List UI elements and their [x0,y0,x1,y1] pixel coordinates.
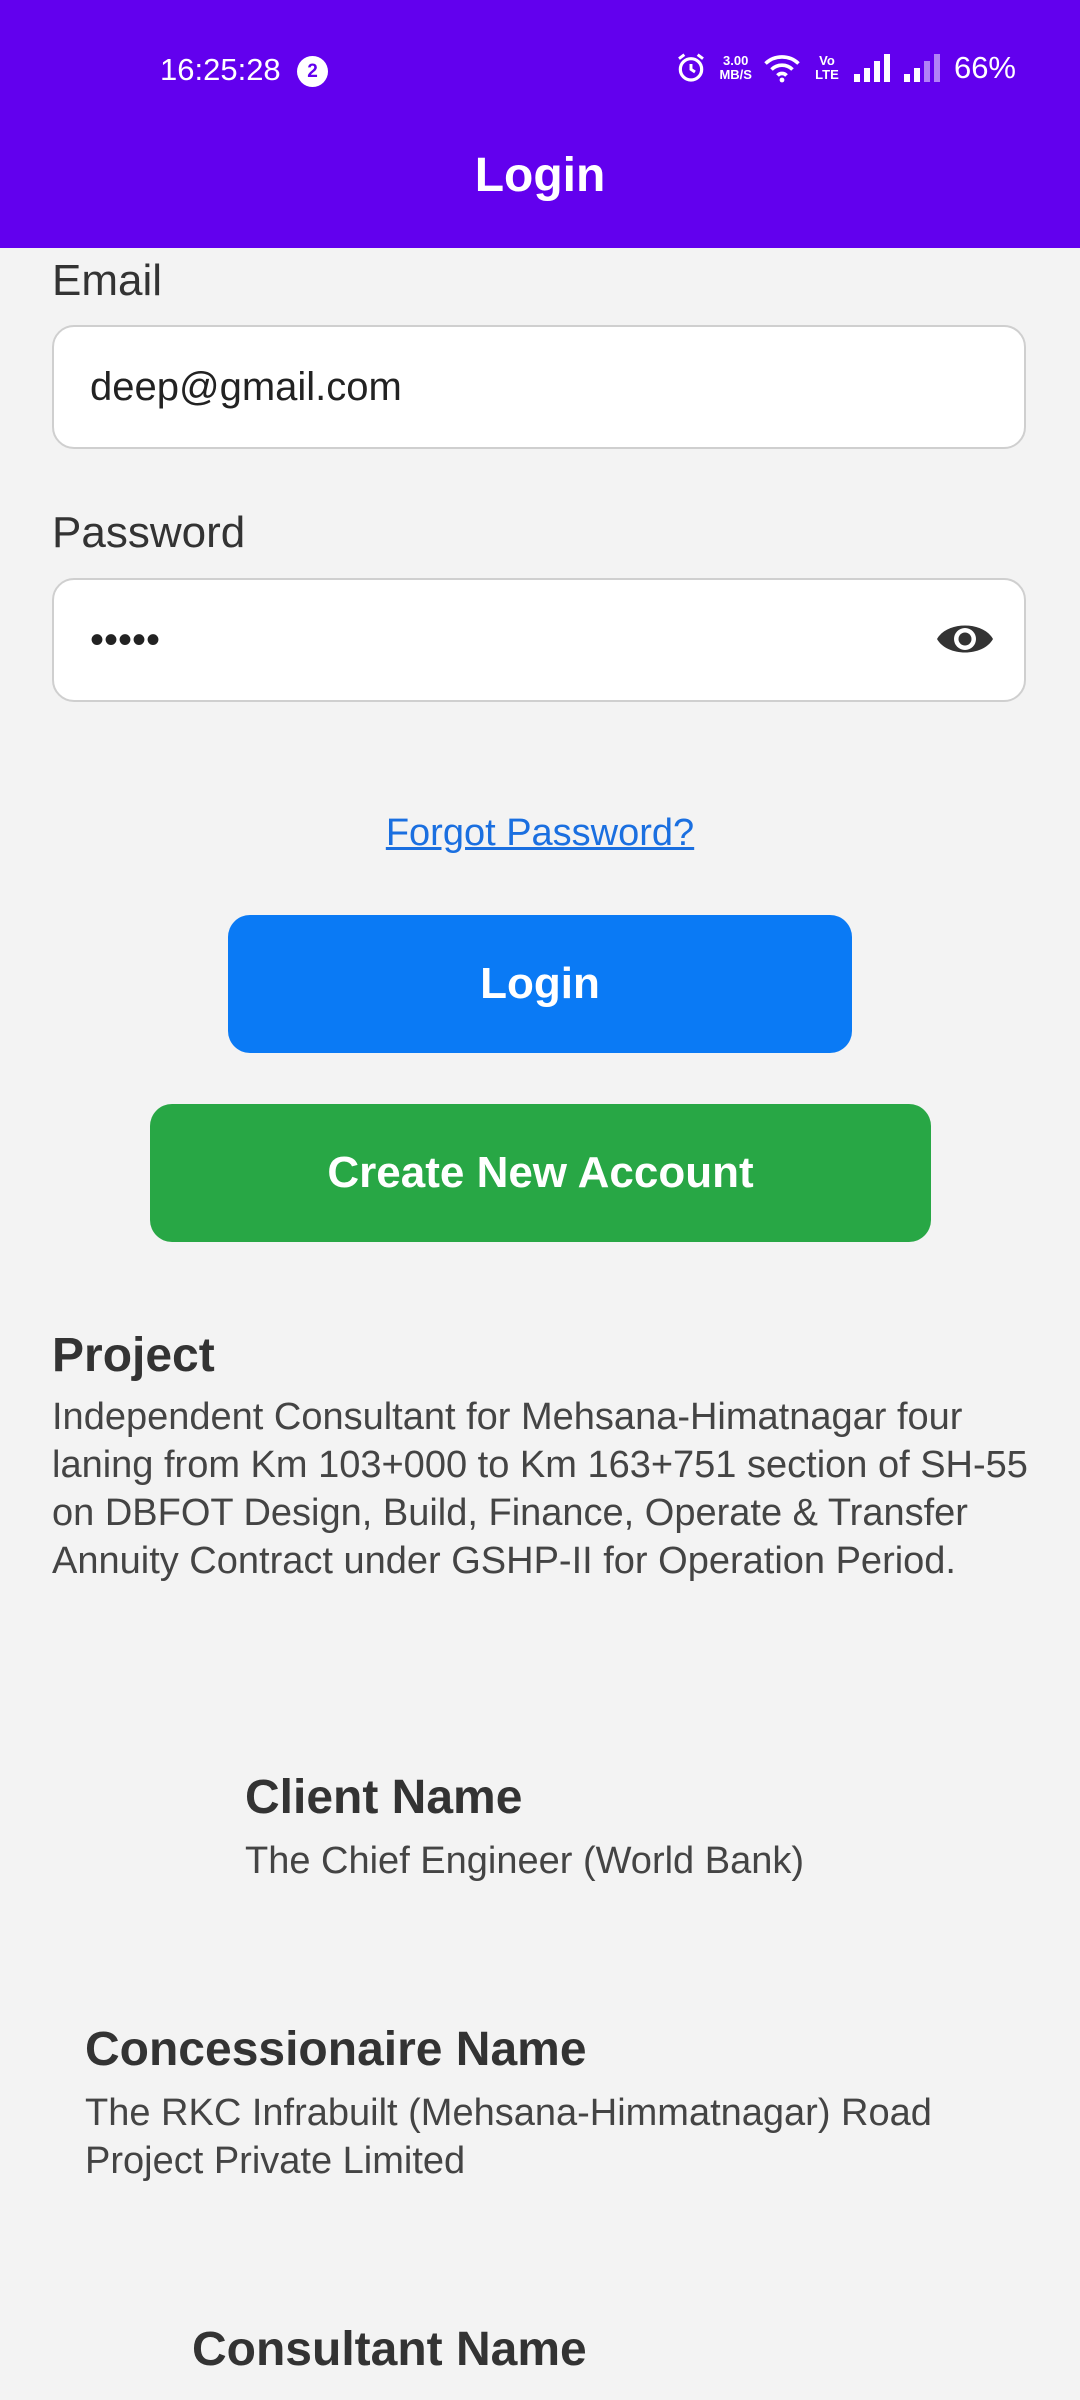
concessionaire-name-value: The RKC Infrabuilt (Mehsana-Himmatnagar)… [85,2092,932,2182]
email-field[interactable] [90,327,910,447]
create-account-button[interactable]: Create New Account [150,1104,931,1242]
concessionaire-name-title: Concessionaire Name [85,2023,587,2076]
page-title: Login [474,149,606,202]
consultant-name-title: Consultant Name [192,2323,587,2376]
visibility-toggle-icon[interactable] [934,614,996,664]
project-description: Independent Consultant for Mehsana-Himat… [52,1396,1028,1582]
email-field-container [52,325,1026,449]
status-icons: 3.00 MB/S Vo LTE 66% [675,50,1016,86]
email-label: Email [52,256,163,305]
client-name-title: Client Name [245,1771,523,1824]
password-field-container [52,578,1026,702]
wifi-icon [764,55,800,83]
volte-indicator: Vo LTE [815,53,839,82]
alarm-icon [678,53,705,82]
forgot-password-link[interactable]: Forgot Password? [0,812,1080,855]
status-time: 16:25:28 [160,52,281,87]
signal-icon [853,54,890,82]
app-bar: 16:25:28 2 3.00 MB/S Vo LTE 66% Login [0,0,1080,248]
notification-badge: 2 [297,56,328,87]
login-button[interactable]: Login [228,915,852,1053]
password-field[interactable] [90,580,910,700]
password-label: Password [52,508,246,557]
signal-icon-sim2 [903,54,940,82]
client-name-value: The Chief Engineer (World Bank) [245,1840,804,1882]
battery-level: 66% [953,50,1016,85]
project-title: Project [52,1329,215,1382]
net-speed: 3.00 MB/S [719,53,752,82]
